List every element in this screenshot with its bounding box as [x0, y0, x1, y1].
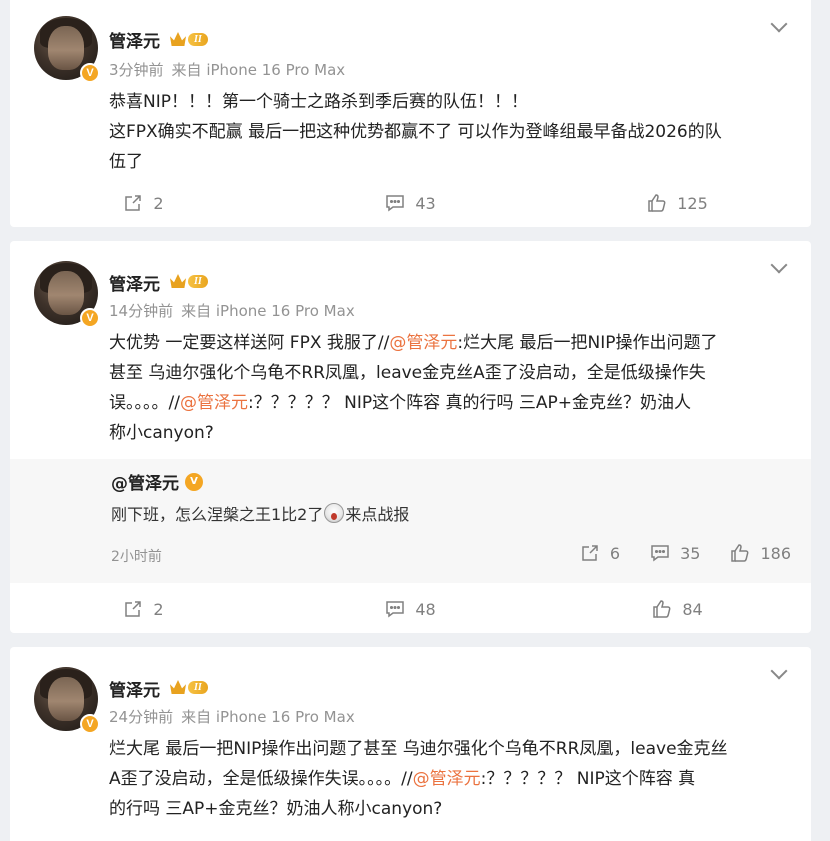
comment-button[interactable]: 43 [277, 191, 544, 215]
repost-icon [125, 195, 142, 211]
post-time[interactable]: 14分钟前 [109, 302, 173, 320]
crown-icon [170, 274, 186, 288]
post-source: 来自 iPhone 16 Pro Max [181, 708, 355, 726]
post-source: 来自 iPhone 16 Pro Max [181, 302, 355, 320]
crown-icon [170, 680, 186, 694]
reposted-post[interactable]: @管泽元 V 刚下班，怎么涅槃之王1比2了 来点战报 2小时前 6 35 186 [10, 459, 811, 583]
repost-button[interactable]: 2 [10, 597, 277, 621]
comment-icon [651, 545, 669, 562]
comment-button[interactable]: 35 [650, 543, 700, 563]
post-source: 来自 iPhone 16 Pro Max [171, 61, 346, 79]
mention-link[interactable]: @管泽元 [389, 333, 457, 353]
post-time[interactable]: 3分钟前 [109, 61, 164, 79]
action-bar: 2 43 125 [10, 191, 811, 215]
author-name[interactable]: 管泽元 [109, 676, 160, 701]
post-text: 烂大尾 最后一把NIP操作出问题了甚至 乌迪尔强化个乌龟不RR凤凰，leave金… [109, 739, 728, 819]
verified-icon: V [80, 714, 100, 734]
post-text: 恭喜NIP！！！第一个骑士之路杀到季后赛的队伍！！！ 这FPX确实不配赢 最后一… [109, 92, 722, 172]
mention-link[interactable]: @管泽元 [180, 393, 248, 413]
mention-link[interactable]: @管泽元 [413, 769, 481, 789]
like-icon [653, 600, 671, 618]
verified-icon: V [185, 472, 203, 491]
verified-icon: V [80, 63, 100, 83]
post-meta: 24分钟前 来自 iPhone 16 Pro Max [109, 706, 355, 727]
author-name[interactable]: 管泽元 [109, 27, 160, 52]
repost-button[interactable]: 2 [10, 191, 277, 215]
like-icon [731, 544, 749, 562]
post-time[interactable]: 24分钟前 [109, 708, 173, 726]
repost-button[interactable]: 6 [580, 543, 620, 563]
comment-icon [386, 601, 405, 618]
post-card: V 管泽元 II 24分钟前 来自 iPhone 16 Pro Max 烂大尾 最… [10, 647, 811, 841]
reposted-time[interactable]: 2小时前 [111, 546, 162, 566]
post-card: V 管泽元 II 3分钟前 来自 iPhone 16 Pro Max 恭喜NIP！… [10, 0, 811, 227]
chevron-down-icon[interactable] [770, 662, 788, 680]
like-button[interactable]: 186 [730, 543, 791, 563]
verified-icon: V [80, 308, 100, 328]
like-button[interactable]: 84 [544, 597, 811, 621]
comment-icon [386, 195, 405, 212]
repost-icon [582, 545, 598, 561]
post-text: 大优势 一定要这样送阿 FPX 我服了//@管泽元:烂大尾 最后一把NIP操作出… [109, 333, 718, 443]
action-bar: 2 48 84 [10, 597, 811, 621]
crown-icon [170, 32, 186, 46]
level-badge[interactable]: II [170, 30, 218, 48]
post-meta: 3分钟前 来自 iPhone 16 Pro Max [109, 59, 345, 80]
author-name[interactable]: 管泽元 [109, 270, 160, 295]
post-meta: 14分钟前 来自 iPhone 16 Pro Max [109, 300, 355, 321]
like-icon [648, 194, 666, 212]
chevron-down-icon[interactable] [770, 256, 788, 274]
chevron-down-icon[interactable] [770, 15, 788, 33]
reposted-text: 刚下班，怎么涅槃之王1比2了 来点战报 [111, 503, 410, 524]
level-badge[interactable]: II [170, 272, 218, 290]
level-badge[interactable]: II [170, 678, 218, 696]
like-button[interactable]: 125 [544, 191, 811, 215]
reposted-action-bar: 6 35 186 [580, 543, 791, 563]
comment-button[interactable]: 48 [277, 597, 544, 621]
reposted-author[interactable]: @管泽元 V [111, 469, 203, 494]
repost-icon [125, 601, 142, 617]
shocked-emoji-icon [324, 503, 345, 523]
post-card: V 管泽元 II 14分钟前 来自 iPhone 16 Pro Max 大优势 一… [10, 241, 811, 633]
